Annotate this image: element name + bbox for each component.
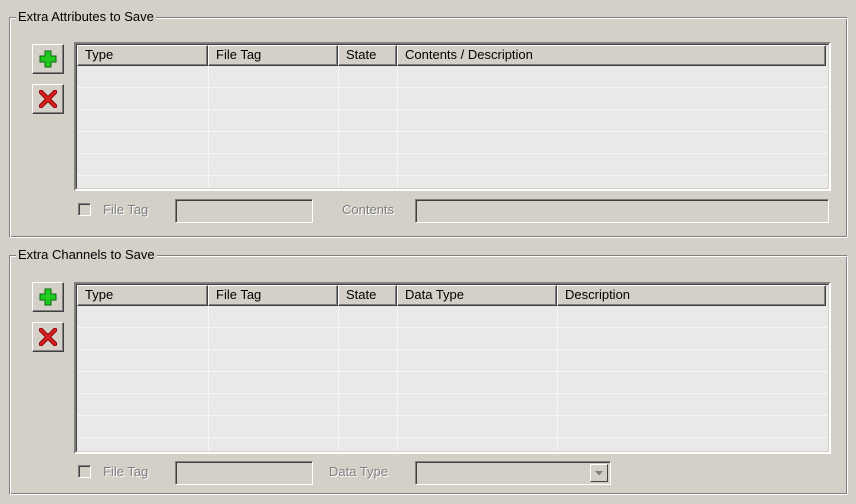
file-tag-input[interactable] xyxy=(175,461,313,485)
column-header-file-tag[interactable]: File Tag xyxy=(208,45,338,66)
grid-column-divider xyxy=(338,66,339,188)
channels-grid[interactable]: Type File Tag State Data Type Descriptio… xyxy=(74,282,831,454)
table-row xyxy=(77,66,828,88)
table-row xyxy=(77,394,828,416)
file-tag-label: File Tag xyxy=(103,464,149,479)
channels-edit-row: File Tag Data Type xyxy=(74,461,634,485)
grid-column-divider xyxy=(208,306,209,451)
data-type-label: Data Type xyxy=(329,464,389,479)
channels-grid-header: Type File Tag State Data Type Descriptio… xyxy=(77,285,828,306)
column-header-state[interactable]: State xyxy=(338,285,397,306)
contents-input[interactable] xyxy=(415,199,829,223)
data-type-select[interactable] xyxy=(415,461,611,485)
attributes-grid[interactable]: Type File Tag State Contents / Descripti… xyxy=(74,42,831,191)
grid-column-divider xyxy=(557,306,558,451)
grid-column-divider xyxy=(208,66,209,188)
table-row xyxy=(77,110,828,132)
delete-channel-button[interactable] xyxy=(32,322,64,352)
table-row xyxy=(77,328,828,350)
data-type-dropdown-button[interactable] xyxy=(590,464,608,482)
column-header-data-type[interactable]: Data Type xyxy=(397,285,557,306)
column-header-contents-description[interactable]: Contents / Description xyxy=(397,45,826,66)
channels-group: Extra Channels to Save Type File Tag Sta… xyxy=(9,247,848,495)
table-row xyxy=(77,416,828,438)
add-attribute-button[interactable] xyxy=(32,44,64,74)
column-header-description[interactable]: Description xyxy=(557,285,826,306)
attributes-group-title: Extra Attributes to Save xyxy=(16,9,156,25)
delete-attribute-button[interactable] xyxy=(32,84,64,114)
column-header-file-tag[interactable]: File Tag xyxy=(208,285,338,306)
table-row xyxy=(77,372,828,394)
table-row xyxy=(77,306,828,328)
attributes-grid-header: Type File Tag State Contents / Descripti… xyxy=(77,45,828,66)
add-channel-button[interactable] xyxy=(32,282,64,312)
column-header-type[interactable]: Type xyxy=(77,45,208,66)
table-row xyxy=(77,154,828,176)
contents-label: Contents xyxy=(342,202,395,217)
file-tag-checkbox[interactable] xyxy=(78,203,91,216)
file-tag-input[interactable] xyxy=(175,199,313,223)
column-header-type[interactable]: Type xyxy=(77,285,208,306)
x-icon xyxy=(39,90,57,108)
table-row xyxy=(77,132,828,154)
column-header-state[interactable]: State xyxy=(338,45,397,66)
grid-column-divider xyxy=(397,306,398,451)
grid-column-divider xyxy=(397,66,398,188)
file-tag-checkbox[interactable] xyxy=(78,465,91,478)
table-row xyxy=(77,88,828,110)
plus-icon xyxy=(39,288,57,306)
attributes-group: Extra Attributes to Save Type File Tag S… xyxy=(9,9,848,238)
attributes-edit-row: File Tag Contents xyxy=(74,199,834,223)
table-row xyxy=(77,350,828,372)
channels-group-title: Extra Channels to Save xyxy=(16,247,157,263)
file-tag-label: File Tag xyxy=(103,202,149,217)
x-icon xyxy=(39,328,57,346)
chevron-down-icon xyxy=(595,470,603,475)
grid-column-divider xyxy=(338,306,339,451)
plus-icon xyxy=(39,50,57,68)
